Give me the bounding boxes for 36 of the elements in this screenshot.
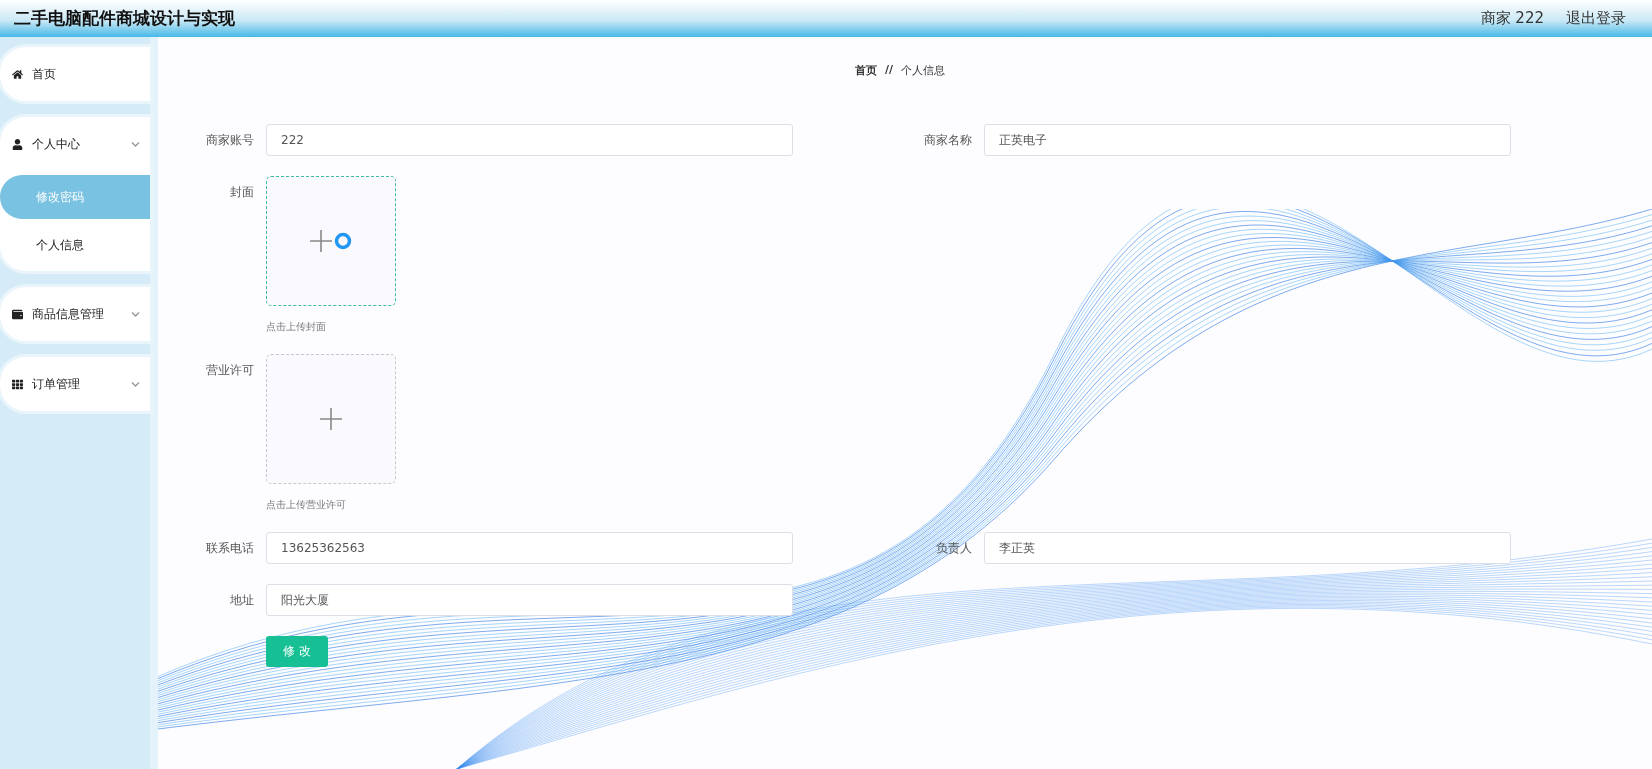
logout-link[interactable]: 退出登录 xyxy=(1566,9,1626,28)
user-name: 商家 222 xyxy=(1480,9,1544,28)
upload-hint: 点击上传营业许可 xyxy=(266,498,347,512)
input-field[interactable]: 13625362563 xyxy=(266,532,793,564)
input-field[interactable]: 正英电子 xyxy=(984,124,1511,156)
field-label: 地址 xyxy=(229,592,254,609)
breadcrumb-current: 个人信息 xyxy=(901,63,945,78)
menu-icon xyxy=(12,378,23,390)
field-label: 商家账号 xyxy=(205,132,254,149)
field-label: 封面 xyxy=(229,184,254,201)
menu-icon xyxy=(12,138,23,150)
loading-spinner-icon xyxy=(334,232,352,250)
input-field[interactable]: 李正英 xyxy=(984,532,1511,564)
upload-hint: 点击上传封面 xyxy=(266,320,327,334)
field-label: 负责人 xyxy=(935,540,972,557)
breadcrumb-separator: // xyxy=(884,63,893,78)
field-label: 营业许可 xyxy=(205,362,254,379)
upload-box[interactable] xyxy=(266,354,396,484)
field-label: 商家名称 xyxy=(923,132,972,149)
plus-icon xyxy=(310,230,332,252)
menu-icon xyxy=(12,308,23,320)
chevron-down-icon xyxy=(131,309,140,319)
menu-icon xyxy=(12,68,23,80)
app-title: 二手电脑配件商城设计与实现 xyxy=(14,7,235,30)
input-field[interactable]: 阳光大厦 xyxy=(266,584,793,616)
breadcrumb-home[interactable]: 首页 xyxy=(854,63,877,78)
upload-box[interactable] xyxy=(266,176,396,306)
plus-icon xyxy=(320,408,342,430)
menu-item[interactable]: 个人中心 xyxy=(0,117,150,171)
input-field[interactable]: 222 xyxy=(266,124,793,156)
chevron-down-icon xyxy=(131,139,140,149)
chevron-down-icon xyxy=(131,379,140,389)
menu-item[interactable]: 首页 xyxy=(0,47,150,101)
field-label: 联系电话 xyxy=(205,540,254,557)
menu-item[interactable]: 商品信息管理 xyxy=(0,287,150,341)
menu-item[interactable]: 订单管理 xyxy=(0,357,150,411)
